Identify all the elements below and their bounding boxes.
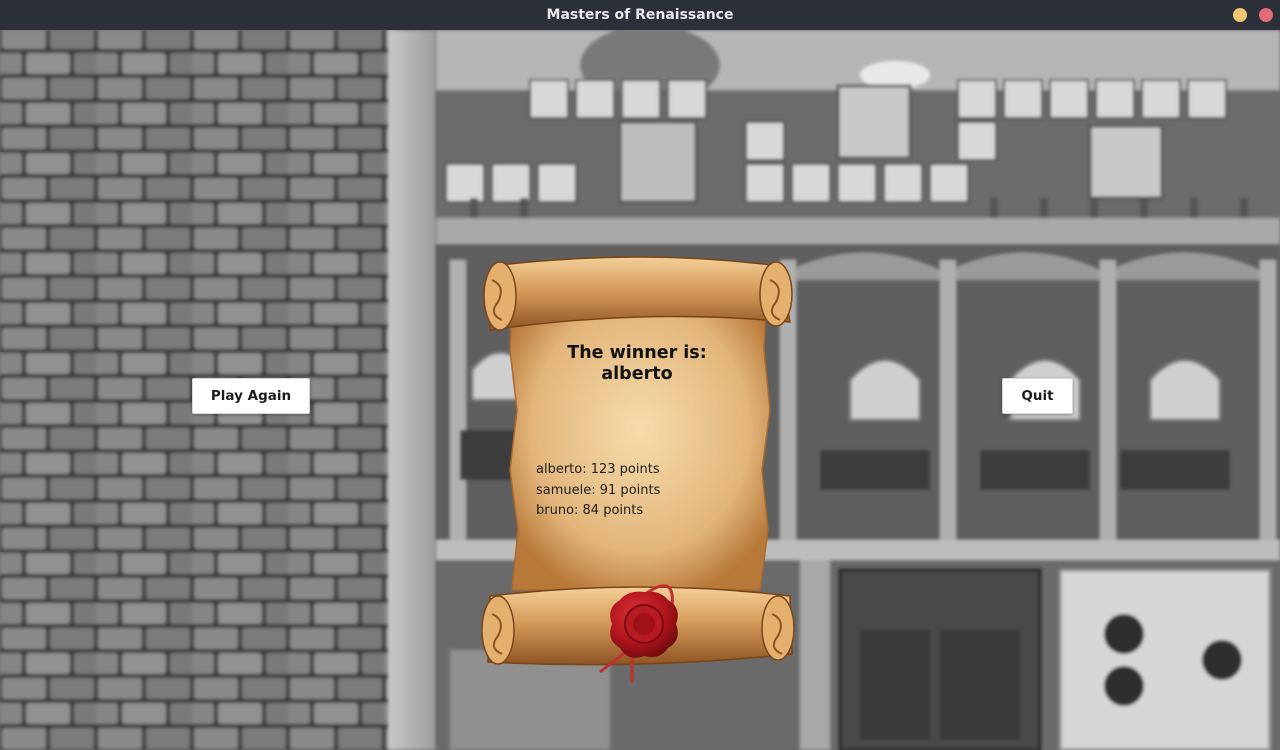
close-button[interactable]	[1259, 8, 1273, 22]
winner-heading: The winner is:	[567, 343, 707, 363]
score-list: alberto: 123 points samuele: 91 points b…	[536, 460, 756, 522]
quit-button[interactable]: Quit	[1002, 378, 1073, 414]
winner-announcement: The winner is: alberto	[520, 343, 754, 385]
score-line: alberto: 123 points	[536, 462, 660, 477]
game-board-background: Play Again Quit The winner is: alberto a…	[0, 30, 1280, 750]
minimize-button[interactable]	[1233, 8, 1247, 22]
score-line: samuele: 91 points	[536, 482, 661, 498]
play-again-button[interactable]: Play Again	[192, 378, 310, 414]
window-title: Masters of Renaissance	[546, 7, 734, 23]
score-line: bruno: 84 points	[536, 503, 644, 518]
winner-name: alberto	[601, 364, 673, 384]
title-bar: Masters of Renaissance	[0, 0, 1280, 30]
wax-seal-icon	[610, 591, 678, 658]
